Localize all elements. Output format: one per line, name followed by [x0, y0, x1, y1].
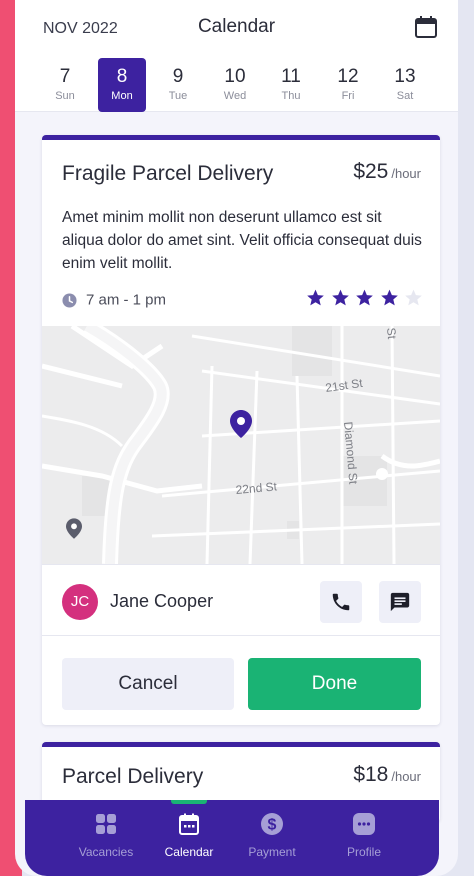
price-amount: $18: [353, 763, 389, 786]
day-number: 13: [394, 66, 416, 87]
dollar-icon: $: [261, 813, 283, 835]
clock-icon: [62, 293, 77, 308]
day-item-tue[interactable]: 9 Tue: [154, 58, 202, 112]
price-unit: /hour: [391, 769, 421, 784]
star-filled-icon: [356, 289, 373, 306]
calendar-header: NOV 2022 Calendar 7 Sun 8 Mon 9 Tue 10 W…: [15, 0, 458, 112]
device-frame-right: [458, 0, 474, 876]
day-name: Tue: [168, 90, 188, 102]
price-unit: /hour: [391, 166, 421, 181]
day-number: 7: [59, 66, 71, 87]
day-number: 12: [337, 66, 359, 87]
nav-item-profile[interactable]: Profile: [319, 800, 409, 876]
avatar: JC: [62, 584, 98, 620]
calendar-icon[interactable]: [413, 14, 439, 40]
current-location-pin-icon: [66, 518, 82, 539]
job-time: 7 am - 1 pm: [62, 291, 166, 311]
day-item-mon[interactable]: 8 Mon: [98, 58, 146, 112]
grid-icon: [96, 814, 116, 834]
job-title: Fragile Parcel Delivery: [62, 162, 274, 185]
phone-screen: NOV 2022 Calendar 7 Sun 8 Mon 9 Tue 10 W…: [15, 0, 458, 876]
star-filled-icon: [307, 289, 324, 306]
street-label: St: [384, 327, 399, 340]
job-card: Fragile Parcel Delivery $25/hour Amet mi…: [42, 135, 440, 725]
price-amount: $25: [353, 160, 389, 183]
job-price: $25/hour: [353, 160, 421, 184]
nav-item-vacancies[interactable]: Vacancies: [61, 800, 151, 876]
time-range: 7 am - 1 pm: [86, 291, 167, 309]
nav-label: Calendar: [164, 845, 214, 859]
rating-stars: [305, 288, 423, 310]
week-day-strip: 7 Sun 8 Mon 9 Tue 10 Wed 11 Thu 12 Fri 1…: [41, 58, 438, 112]
call-button[interactable]: [320, 581, 362, 623]
calendar-icon: [179, 813, 199, 835]
done-button[interactable]: Done: [248, 658, 421, 710]
job-title: Parcel Delivery: [62, 765, 204, 788]
job-price: $18/hour: [353, 763, 421, 787]
contact-name: Jane Cooper: [110, 591, 214, 611]
svg-text:$: $: [268, 817, 277, 834]
nav-label: Payment: [248, 845, 296, 859]
chat-bubble-icon: [353, 813, 375, 835]
day-name: Sat: [396, 90, 414, 102]
contact-row: JC Jane Cooper: [42, 564, 440, 636]
star-empty-icon: [405, 289, 422, 306]
day-name: Wed: [223, 90, 247, 102]
nav-label: Profile: [346, 845, 381, 859]
day-item-sun[interactable]: 7 Sun: [41, 58, 89, 112]
star-filled-icon: [380, 289, 398, 306]
job-description: Amet minim mollit non deserunt ullamco e…: [62, 209, 422, 272]
day-item-sat[interactable]: 13 Sat: [381, 58, 429, 112]
phone-icon: [332, 593, 350, 611]
day-name: Fri: [341, 90, 355, 102]
day-name: Sun: [55, 90, 75, 102]
day-name: Mon: [111, 90, 133, 102]
star-filled-icon: [331, 289, 349, 306]
day-number: 9: [172, 66, 184, 87]
nav-item-payment[interactable]: $ Payment: [227, 800, 317, 876]
bottom-navigation: Vacancies Calendar $ Payment Profile: [25, 800, 439, 876]
location-map[interactable]: 21st St 22nd St Diamond St St: [42, 326, 440, 564]
day-number: 8: [116, 66, 128, 87]
day-name: Thu: [281, 90, 301, 102]
message-button[interactable]: [379, 581, 421, 623]
map-canvas: 21st St 22nd St Diamond St St: [42, 326, 440, 564]
day-item-thu[interactable]: 11 Thu: [267, 58, 315, 112]
day-number: 11: [281, 66, 301, 87]
day-item-fri[interactable]: 12 Fri: [324, 58, 372, 112]
cancel-button[interactable]: Cancel: [62, 658, 234, 710]
nav-label: Vacancies: [78, 845, 134, 859]
day-item-wed[interactable]: 10 Wed: [211, 58, 259, 112]
message-icon: [390, 592, 410, 612]
day-number: 10: [224, 66, 246, 87]
nav-item-calendar[interactable]: Calendar: [144, 800, 234, 876]
page-title: Calendar: [197, 16, 276, 37]
destination-pin-icon[interactable]: [230, 410, 252, 438]
